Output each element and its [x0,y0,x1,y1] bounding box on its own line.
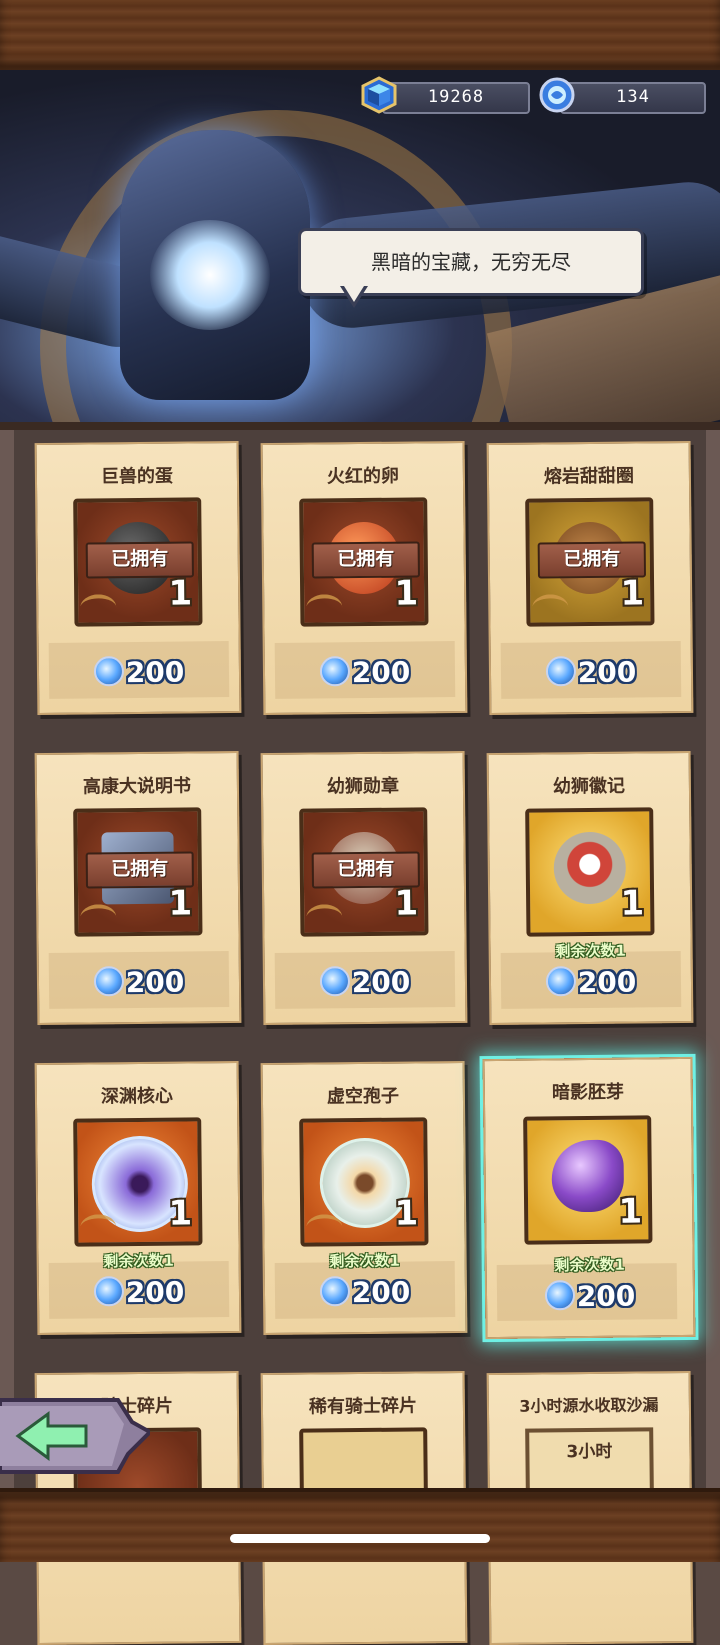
item-quantity: 1 [168,1193,193,1234]
price-button[interactable]: 200 [39,655,239,690]
frame-swirl-decoration [306,1214,343,1241]
blue-coin-icon [544,1280,575,1311]
item-icon-frame: 1 [73,1117,203,1247]
item-quantity: 1 [168,883,193,924]
shop-item-card[interactable]: 巨兽的蛋 已拥有 1 200 [34,440,242,716]
item-name: 幼狮勋章 [326,775,400,798]
price-button[interactable]: 200 [491,655,691,690]
price-button[interactable]: 200 [491,965,691,1000]
price-value: 200 [125,1275,185,1310]
price-button[interactable]: 200 [487,1279,693,1314]
item-quantity: 1 [620,573,645,614]
item-quantity: 1 [620,883,645,924]
item-icon-frame: 1 [525,807,655,937]
frame-swirl-decoration [306,594,343,621]
shop-item-card[interactable]: 高康大说明书 已拥有 1 200 [34,750,242,1026]
top-wood-frame [0,0,720,74]
item-icon-frame: 已拥有 1 [299,497,429,627]
home-indicator[interactable] [230,1534,490,1543]
item-name: 熔岩甜甜圈 [543,465,635,488]
price-value: 200 [351,965,411,1000]
price-value: 200 [351,655,411,690]
blue-coin-icon [319,1276,350,1307]
shop-item-card[interactable]: 幼狮勋章 已拥有 1 200 [260,750,468,1026]
blue-coin-icon [545,656,576,687]
item-quantity: 1 [394,883,419,924]
frame-swirl-decoration [306,904,343,931]
item-name: 稀有骑士碎片 [308,1395,418,1418]
lion-emblem-icon [553,831,627,905]
price-button[interactable]: 200 [265,655,465,690]
price-value: 200 [576,1279,636,1314]
item-quantity: 1 [394,573,419,614]
price-button[interactable]: 200 [265,965,465,1000]
item-name: 幼狮徽记 [552,775,626,798]
item-name: 高康大说明书 [82,775,192,798]
shop-item-card[interactable]: 虚空孢子 1 剩余次数1 200 [260,1060,468,1336]
remaining-count: 剩余次数1 [554,1255,626,1275]
blue-coin-icon [93,966,124,997]
blue-coin-icon [539,77,575,113]
remaining-count: 剩余次数1 [555,941,626,961]
price-button[interactable]: 200 [39,1275,239,1310]
blue-coin-icon [93,656,124,687]
item-icon-frame: 1 [523,1115,653,1245]
coin-counter: 134 [560,82,706,114]
banner-energy-glow [150,220,270,330]
item-icon-frame: 1 [299,1117,429,1247]
item-icon-frame: 已拥有 1 [73,497,203,627]
blue-coin-icon [319,966,350,997]
price-value: 200 [577,655,637,690]
shop-item-card[interactable]: 深渊核心 1 剩余次数1 200 [34,1060,242,1336]
price-value: 200 [125,655,185,690]
remaining-count: 剩余次数1 [103,1251,174,1271]
shop-item-card[interactable]: 幼狮徽记 1 剩余次数1 200 [486,750,694,1026]
shadow-sprout-icon [551,1139,625,1213]
frame-swirl-decoration [80,904,117,931]
item-icon-frame: 已拥有 1 [73,807,203,937]
item-icon-frame: 已拥有 1 [299,807,429,937]
shop-item-card[interactable]: 熔岩甜甜圈 已拥有 1 200 [486,440,694,716]
gem-cube-icon [361,76,397,114]
price-button[interactable]: 200 [39,965,239,1000]
blue-coin-icon [319,656,350,687]
price-value: 200 [351,1275,411,1310]
back-arrow-button[interactable] [0,1392,150,1478]
shop-item-card[interactable]: 火红的卵 已拥有 1 200 [260,440,468,716]
price-value: 200 [125,965,185,1000]
speech-bubble-tail-inner [344,286,364,302]
item-name: 巨兽的蛋 [100,465,174,488]
item-icon-frame: 已拥有 1 [525,497,655,627]
remaining-count: 剩余次数1 [329,1251,400,1271]
item-quantity: 1 [168,573,193,614]
shop-item-card-selected[interactable]: 暗影胚芽 1 剩余次数1 200 [482,1056,696,1340]
gem-counter: 19268 [382,82,530,114]
blue-coin-icon [93,1276,124,1307]
price-button[interactable]: 200 [265,1275,465,1310]
price-value: 200 [577,965,637,1000]
item-quantity: 1 [618,1191,643,1232]
frame-swirl-decoration [80,594,117,621]
frame-swirl-decoration [532,594,569,621]
item-quantity: 1 [394,1193,419,1234]
item-name: 火红的卵 [326,465,400,488]
item-name: 虚空孢子 [326,1085,400,1108]
item-name: 3小时源水收取沙漏 [519,1395,659,1416]
bottom-wood-frame [0,1488,720,1562]
blue-coin-icon [545,966,576,997]
item-name: 深渊核心 [100,1085,174,1108]
frame-swirl-decoration [80,1214,117,1241]
item-name: 暗影胚芽 [551,1081,625,1104]
